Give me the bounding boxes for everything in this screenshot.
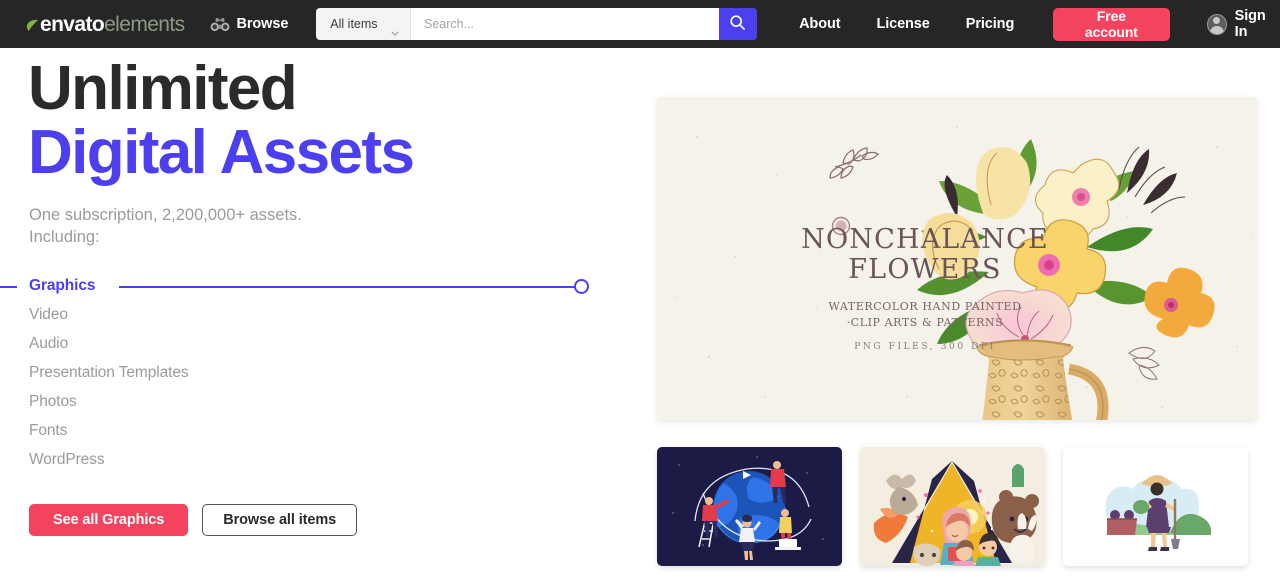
logo-secondary: elements — [104, 12, 185, 36]
featured-card-text: NONCHALANCE FLOWERS WATERCOLOR HAND PAIN… — [775, 145, 1075, 352]
logo-primary: envato — [40, 12, 105, 36]
featured-card-format-note: PNG FILES, 300 DPI — [854, 342, 996, 353]
category-label: Photos — [29, 393, 77, 411]
category-label: Fonts — [29, 422, 68, 440]
search-category-label: All items — [330, 17, 378, 31]
avatar-icon — [1206, 13, 1227, 35]
browse-all-items-button[interactable]: Browse all items — [202, 503, 358, 536]
slider-left-tick — [0, 285, 17, 288]
category-label: Graphics — [29, 277, 96, 295]
category-label: Video — [29, 306, 68, 324]
category-item-presentation-templates[interactable]: Presentation Templates — [0, 359, 640, 388]
featured-card-title: NONCHALANCE FLOWERS — [801, 224, 1049, 286]
thumbnail-children-animals-storybook[interactable] — [860, 447, 1045, 566]
headline-line-2: Digital Assets — [28, 118, 415, 187]
thumbnail-global-teamwork[interactable] — [657, 447, 842, 566]
category-label: Audio — [29, 335, 69, 353]
free-account-button[interactable]: Free account — [1053, 7, 1170, 41]
browse-nav-item[interactable]: Browse — [210, 0, 289, 48]
search-category-dropdown[interactable]: All items — [316, 8, 411, 40]
search-submit-button[interactable] — [718, 8, 758, 40]
search-field-wrapper — [411, 8, 719, 40]
nav-link-pricing[interactable]: Pricing — [966, 16, 1015, 32]
search-input[interactable] — [424, 17, 719, 31]
hero-subheadline: One subscription, 2,200,000+ assets. Inc… — [29, 206, 302, 246]
children-animals-storybook-illustration — [860, 447, 1045, 566]
thumbnail-row — [657, 447, 1248, 566]
gardener-woman-illustration — [1063, 447, 1248, 566]
binoculars-icon — [210, 16, 230, 33]
site-header: envatoelements Browse All items Search..… — [0, 0, 1280, 48]
leaf-icon — [26, 19, 39, 32]
sign-in-button[interactable]: Sign In — [1206, 8, 1280, 40]
search-icon — [729, 14, 746, 34]
browse-label: Browse — [236, 16, 289, 32]
featured-card-subtitle: WATERCOLOR HAND PAINTED ·CLIP ARTS & PAT… — [828, 300, 1022, 330]
category-label: WordPress — [29, 451, 105, 469]
logo-text: envatoelements — [40, 14, 185, 35]
see-all-graphics-button[interactable]: See all Graphics — [29, 503, 189, 536]
featured-asset-card[interactable]: NONCHALANCE FLOWERS WATERCOLOR HAND PAIN… — [657, 97, 1257, 420]
sign-in-label: Sign In — [1234, 8, 1266, 40]
page-title: Unlimited Digital Assets — [28, 58, 640, 184]
category-item-wordpress[interactable]: WordPress — [0, 446, 640, 475]
category-item-fonts[interactable]: Fonts — [0, 417, 640, 446]
headline-line-1: Unlimited — [28, 54, 298, 123]
primary-nav: About License Pricing — [799, 16, 1014, 32]
nav-link-about[interactable]: About — [799, 16, 840, 32]
category-item-video[interactable]: Video — [0, 301, 640, 330]
search-bar: All items — [316, 8, 758, 40]
global-teamwork-illustration — [657, 447, 842, 566]
category-item-graphics[interactable]: Graphics — [0, 272, 640, 301]
hero-button-row: See all Graphics Browse all items — [29, 503, 640, 536]
nav-link-license[interactable]: License — [876, 16, 929, 32]
thumbnail-gardener-woman[interactable] — [1063, 447, 1248, 566]
category-item-photos[interactable]: Photos — [0, 388, 640, 417]
progress-slider-track[interactable] — [119, 285, 581, 288]
envato-elements-logo[interactable]: envatoelements — [26, 0, 185, 48]
progress-slider-knob[interactable] — [574, 278, 589, 294]
category-list: Graphics Video Audio Presentation Templa… — [0, 272, 640, 475]
chevron-down-icon — [391, 23, 399, 36]
category-label: Presentation Templates — [29, 364, 189, 382]
category-item-audio[interactable]: Audio — [0, 330, 640, 359]
hero-left-column: Unlimited Digital Assets One subscriptio… — [0, 48, 640, 583]
